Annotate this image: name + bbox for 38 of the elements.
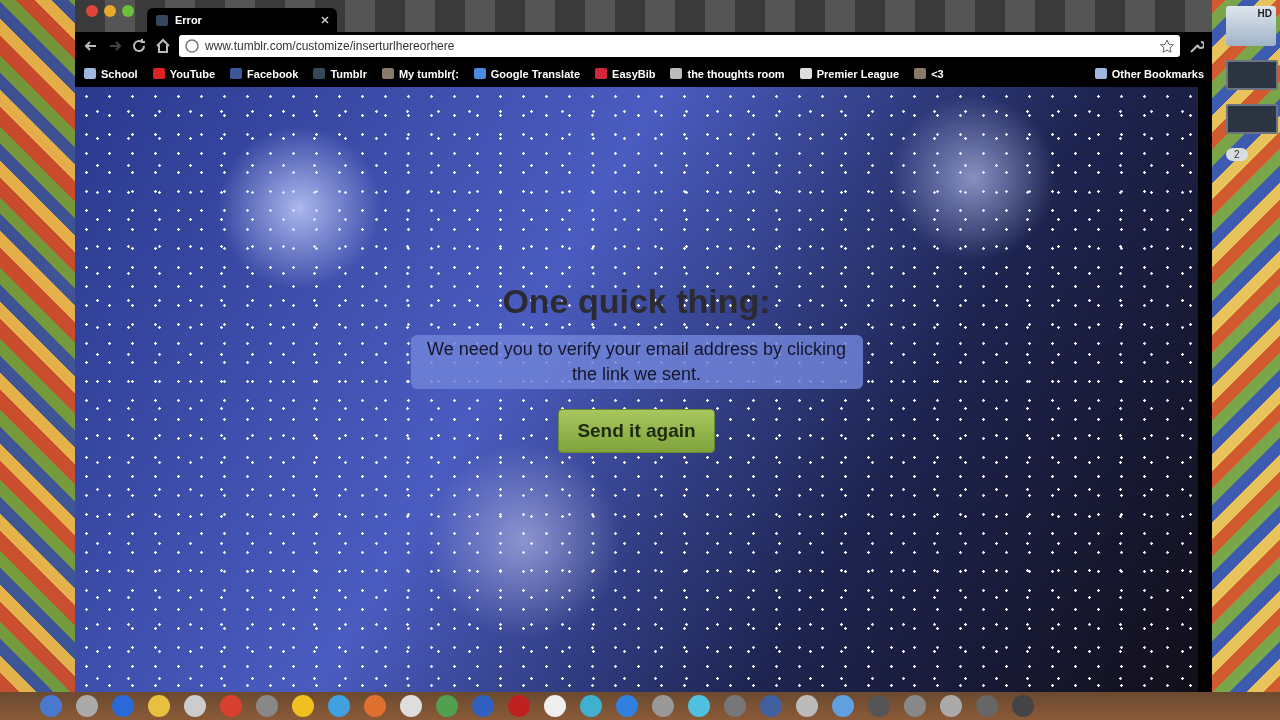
bookmark-link[interactable]: Google Translate: [472, 67, 581, 80]
browser-tab[interactable]: Error: [147, 8, 337, 32]
bookmark-link[interactable]: School: [83, 67, 138, 80]
close-icon[interactable]: [321, 16, 329, 24]
page-heading: One quick thing:: [502, 282, 771, 321]
app-icon[interactable]: [580, 695, 602, 717]
address-bar[interactable]: www.tumblr.com/customize/inserturlhereorhere: [179, 35, 1180, 57]
reload-icon[interactable]: [131, 38, 147, 54]
star-icon[interactable]: [1160, 39, 1174, 53]
message-text: We need you to verify your email address by clicking the link we sent.: [410, 335, 863, 390]
app-icon[interactable]: [940, 695, 962, 717]
bookmark-link[interactable]: Tumblr: [312, 67, 367, 80]
app-icon[interactable]: [544, 695, 566, 717]
bookmark-link[interactable]: Premier League: [798, 67, 900, 80]
globe-icon: [185, 39, 199, 53]
app-icon[interactable]: [400, 695, 422, 717]
wrench-icon[interactable]: [1188, 38, 1204, 54]
app-icon[interactable]: [652, 695, 674, 717]
app-icon[interactable]: [148, 695, 170, 717]
app-icon[interactable]: [796, 695, 818, 717]
bookmark-link[interactable]: <3: [913, 67, 944, 80]
url-text: www.tumblr.com/customize/inserturlhereorhere: [205, 39, 456, 53]
bookmark-link[interactable]: My tumblr(:: [380, 67, 459, 80]
bookmark-link[interactable]: Other Bookmarks: [1093, 67, 1204, 80]
bookmark-link[interactable]: EasyBib: [594, 67, 656, 80]
drive-icon[interactable]: HD: [1226, 6, 1276, 46]
home-icon[interactable]: [155, 38, 171, 54]
app-icon[interactable]: [688, 695, 710, 717]
send-again-button[interactable]: Send it again: [558, 409, 715, 454]
app-icon[interactable]: [76, 695, 98, 717]
bookmark-link[interactable]: Facebook: [229, 67, 299, 80]
app-icon[interactable]: [184, 695, 206, 717]
desktop-badge: 2: [1226, 148, 1248, 161]
bookmark-link[interactable]: the thoughts room: [669, 67, 785, 80]
app-icon[interactable]: [292, 695, 314, 717]
bookmark-link[interactable]: YouTube: [151, 67, 216, 80]
app-icon[interactable]: [832, 695, 854, 717]
app-icon[interactable]: [328, 695, 350, 717]
